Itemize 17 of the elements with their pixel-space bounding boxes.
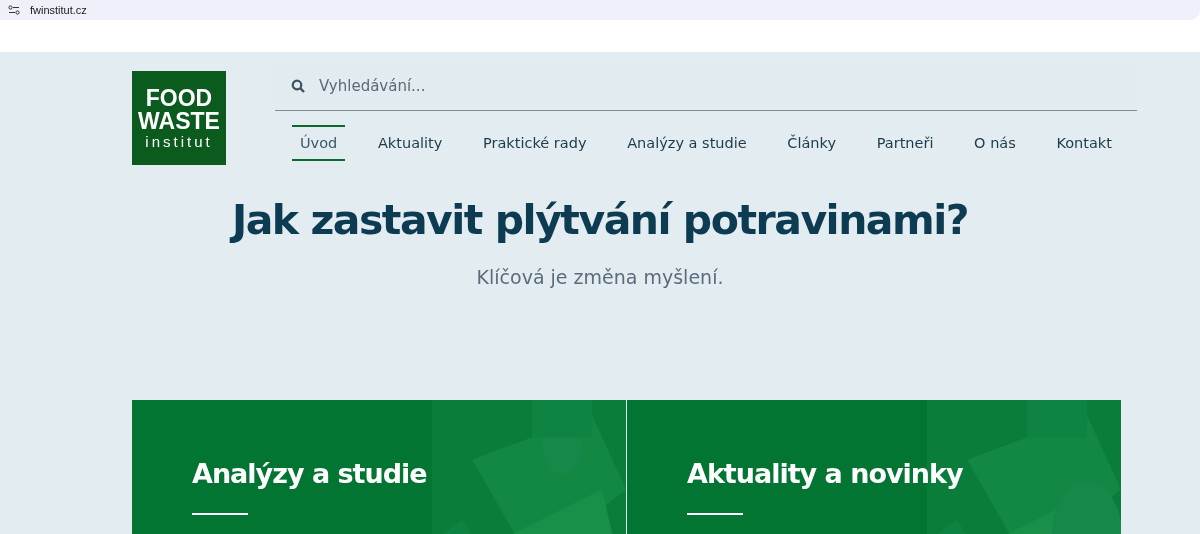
card-title: Analýzy a studie bbox=[192, 458, 427, 489]
page-subtitle: Klíčová je změna myšlení. bbox=[476, 266, 724, 288]
nav-tab[interactable]: O nás bbox=[966, 125, 1024, 161]
nav-tab[interactable]: Články bbox=[779, 125, 845, 161]
nav-tab[interactable]: Kontakt bbox=[1048, 125, 1120, 161]
logo: FOOD WASTE institut bbox=[132, 71, 226, 165]
page-heading: Jak zastavit plýtvání potravinami? bbox=[231, 196, 969, 244]
nav-tab[interactable]: Úvod bbox=[292, 125, 346, 161]
nav-tab[interactable]: Analýzy a studie bbox=[619, 125, 755, 161]
nav-tab[interactable]: Praktické rady bbox=[475, 125, 595, 161]
address-bar-url[interactable]: fwinstitut.cz bbox=[30, 4, 87, 16]
search-icon bbox=[291, 79, 305, 93]
nav-tab[interactable]: Aktuality bbox=[369, 125, 451, 161]
nav-tab[interactable]: Partneři bbox=[868, 125, 942, 161]
card-title: Aktuality a novinky bbox=[687, 458, 963, 489]
site-settings-icon[interactable] bbox=[8, 5, 20, 15]
search-field[interactable]: Vyhledávání... bbox=[319, 62, 1137, 110]
